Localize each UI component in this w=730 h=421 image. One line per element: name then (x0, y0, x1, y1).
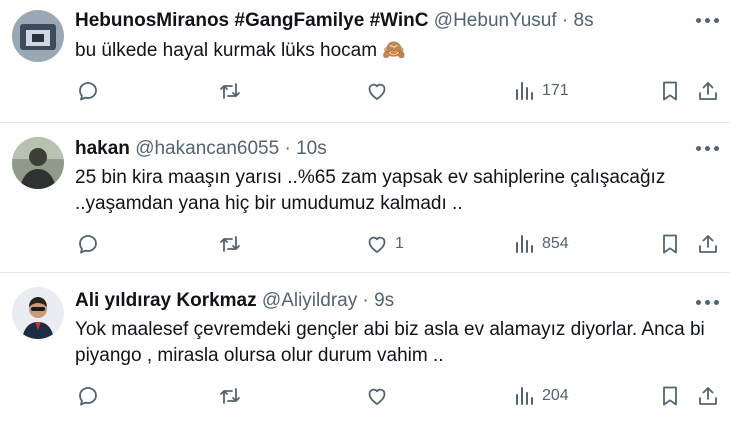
author-name[interactable]: Ali yıldıray Korkmaz (75, 290, 257, 311)
tweet-2[interactable]: hakan @hakancan6055 · 10s 25 bin kira ma… (0, 122, 730, 273)
retweet-button[interactable] (218, 381, 248, 411)
avatar[interactable] (12, 137, 64, 189)
views-chart-icon (516, 82, 533, 100)
reply-button[interactable] (76, 76, 106, 106)
reply-icon (79, 387, 97, 406)
separator-dot: · (362, 290, 369, 311)
reply-button[interactable] (76, 229, 106, 259)
view-count: 204 (542, 387, 569, 404)
views-button[interactable]: 204 (512, 381, 569, 411)
like-count: 1 (395, 235, 404, 252)
more-dots-icon[interactable] (696, 17, 720, 25)
retweet-button[interactable] (218, 76, 248, 106)
tweet-header: HebunosMiranos #GangFamilye #WinC @Hebun… (75, 10, 594, 32)
more-dots-icon[interactable] (696, 299, 720, 307)
views-chart-icon (516, 235, 533, 253)
tweet-text-line: Yok maalesef çevremdeki gençler abi biz … (75, 319, 705, 340)
more-dots-icon[interactable] (696, 145, 720, 153)
tweet-text: bu ülkede hayal kurmak lüks hocam 🙈 (75, 38, 406, 64)
tweet-1[interactable]: HebunosMiranos #GangFamilye #WinC @Hebun… (0, 0, 730, 122)
heart-icon (368, 236, 386, 253)
tweet-3[interactable]: Ali yıldıray Korkmaz @Aliyildray · 9s Yo… (0, 272, 730, 421)
timestamp[interactable]: 9s (374, 290, 394, 311)
tweet-text: 25 bin kira maaşın yarısı ..%65 zam yaps… (75, 165, 665, 217)
retweet-icon (220, 236, 240, 252)
action-bar: 1 854 (70, 229, 720, 259)
tweet-text-line: bu ülkede hayal kurmak lüks hocam 🙈 (75, 40, 406, 61)
author-name[interactable]: hakan (75, 138, 130, 159)
tweet-text-line: 25 bin kira maaşın yarısı ..%65 zam yaps… (75, 167, 666, 188)
views-button[interactable]: 854 (512, 229, 569, 259)
like-button[interactable] (365, 381, 395, 411)
views-chart-icon (516, 387, 533, 405)
retweet-icon (220, 388, 240, 404)
share-icon (699, 82, 717, 100)
retweet-icon (220, 83, 240, 99)
bookmark-button[interactable] (658, 76, 682, 106)
avatar[interactable] (12, 10, 64, 62)
timestamp[interactable]: 8s (574, 10, 594, 31)
author-name[interactable]: HebunosMiranos #GangFamilye #WinC (75, 10, 429, 31)
tweet-text-line: ..yaşamdan yana hiç bir umudumuz kalmadı… (75, 193, 463, 214)
heart-icon (368, 388, 386, 405)
share-icon (699, 235, 717, 253)
bookmark-icon (663, 81, 677, 101)
bookmark-button[interactable] (658, 229, 682, 259)
bookmark-icon (663, 234, 677, 254)
tweet-text: Yok maalesef çevremdeki gençler abi biz … (75, 317, 705, 369)
separator-dot: · (561, 10, 569, 31)
timestamp[interactable]: 10s (296, 138, 327, 159)
tweet-header: Ali yıldıray Korkmaz @Aliyildray · 9s (75, 290, 394, 312)
views-button[interactable]: 171 (512, 76, 569, 106)
author-handle[interactable]: @hakancan6055 (135, 138, 279, 159)
heart-icon (368, 83, 386, 100)
view-count: 854 (542, 235, 569, 252)
action-bar: 171 (70, 76, 720, 106)
author-handle[interactable]: @Aliyildray (262, 290, 357, 311)
tweet-header: hakan @hakancan6055 · 10s (75, 138, 327, 160)
retweet-button[interactable] (218, 229, 248, 259)
like-button[interactable] (365, 76, 395, 106)
avatar[interactable] (12, 287, 64, 339)
share-icon (699, 387, 717, 405)
author-handle[interactable]: @HebunYusuf (434, 10, 557, 31)
bookmark-button[interactable] (658, 381, 682, 411)
like-button[interactable]: 1 (365, 229, 404, 259)
share-button[interactable] (696, 229, 720, 259)
bookmark-icon (663, 386, 677, 406)
share-button[interactable] (696, 76, 720, 106)
reply-button[interactable] (76, 381, 106, 411)
share-button[interactable] (696, 381, 720, 411)
action-bar: 204 (70, 381, 720, 411)
reply-icon (79, 82, 97, 101)
reply-icon (79, 235, 97, 254)
view-count: 171 (542, 82, 569, 99)
separator-dot: · (284, 138, 291, 159)
tweet-text-line: piyango , mirasla olursa olur durum vahi… (75, 345, 444, 366)
